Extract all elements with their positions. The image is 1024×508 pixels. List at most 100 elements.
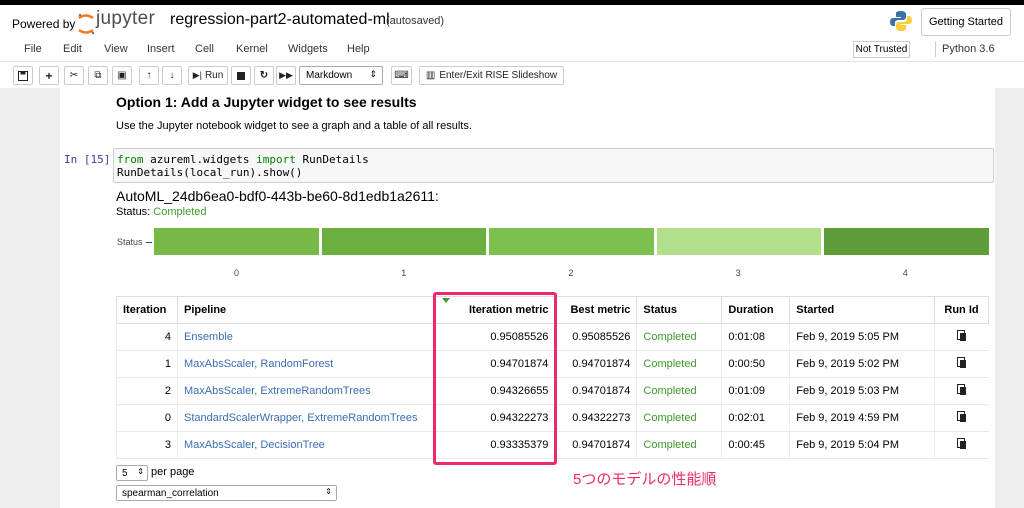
metric-highlight-box bbox=[433, 292, 557, 465]
run-label: Run bbox=[204, 70, 224, 81]
status-value: Completed bbox=[153, 206, 207, 218]
menu-insert[interactable]: Insert bbox=[147, 43, 175, 55]
select-caret-icon: ⇕ bbox=[137, 467, 144, 476]
status-axis-tick bbox=[146, 242, 152, 243]
keyword-import: import bbox=[256, 153, 296, 166]
run-id-cell[interactable] bbox=[934, 404, 989, 432]
copy-icon: ⧉ bbox=[94, 70, 102, 81]
run-id-cell[interactable] bbox=[934, 377, 989, 405]
metric-select[interactable]: spearman_correlation ⇕ bbox=[116, 485, 337, 501]
iteration-cell: 1 bbox=[116, 350, 178, 378]
status-cell: Completed bbox=[636, 404, 722, 432]
notebook-name[interactable]: regression-part2-automated-ml bbox=[170, 11, 390, 29]
col-started[interactable]: Started bbox=[789, 296, 935, 324]
status-segment-4[interactable] bbox=[824, 228, 989, 255]
col-iteration[interactable]: Iteration bbox=[116, 296, 178, 324]
menu-help[interactable]: Help bbox=[347, 43, 370, 55]
command-palette-button[interactable]: ⌨ bbox=[391, 66, 412, 85]
pipeline-link[interactable]: MaxAbsScaler, DecisionTree bbox=[176, 431, 436, 459]
keyword-from: from bbox=[117, 153, 144, 166]
status-segment-3[interactable] bbox=[656, 228, 822, 255]
col-duration[interactable]: Duration bbox=[721, 296, 791, 324]
run-id-cell[interactable] bbox=[934, 350, 989, 378]
run-id-cell[interactable] bbox=[934, 431, 989, 459]
copy-button[interactable]: ⧉ bbox=[88, 66, 108, 85]
kernel-divider bbox=[935, 42, 936, 57]
jupyter-header: Powered by jupyter regression-part2-auto… bbox=[0, 5, 1024, 38]
move-up-button[interactable]: ↑ bbox=[139, 66, 159, 85]
step-forward-icon: ▶| bbox=[192, 70, 202, 80]
pipeline-link[interactable]: StandardScalerWrapper, ExtremeRandomTree… bbox=[176, 404, 436, 432]
copy-icon[interactable] bbox=[956, 384, 967, 395]
copy-icon[interactable] bbox=[956, 438, 967, 449]
status-segment-2[interactable] bbox=[489, 228, 654, 255]
rise-slideshow-button[interactable]: ▥ Enter/Exit RISE Slideshow bbox=[419, 66, 564, 85]
status-axis-label: Status bbox=[117, 237, 143, 247]
status-prefix: Status: bbox=[116, 206, 154, 218]
status-cell: Completed bbox=[636, 350, 722, 378]
run-status: Status: Completed bbox=[116, 206, 207, 218]
menu-kernel[interactable]: Kernel bbox=[236, 43, 268, 55]
section-heading: Option 1: Add a Jupyter widget to see re… bbox=[116, 94, 417, 110]
restart-button[interactable]: ↻ bbox=[254, 66, 274, 85]
save-icon bbox=[18, 70, 28, 81]
pipeline-link[interactable]: MaxAbsScaler, ExtremeRandomTrees bbox=[176, 377, 436, 405]
cell-type-select[interactable]: Markdown ⇕ bbox=[299, 66, 383, 85]
run-button[interactable]: ▶| Run bbox=[188, 66, 228, 85]
duration-cell: 0:00:45 bbox=[721, 431, 790, 459]
move-down-button[interactable]: ↓ bbox=[162, 66, 182, 85]
pipeline-link[interactable]: MaxAbsScaler, RandomForest bbox=[176, 350, 436, 378]
copy-icon[interactable] bbox=[956, 411, 967, 422]
arrow-down-icon: ↓ bbox=[169, 70, 175, 81]
menu-widgets[interactable]: Widgets bbox=[288, 43, 328, 55]
jupyter-logo-text: jupyter bbox=[96, 8, 156, 29]
bar-chart-icon: ▥ bbox=[425, 70, 436, 81]
paste-button[interactable]: ▣ bbox=[112, 66, 132, 85]
page-size-select[interactable]: 5 ⇕ bbox=[116, 465, 148, 481]
status-cell: Completed bbox=[636, 431, 722, 459]
run-title: AutoML_24db6ea0-bdf0-443b-be60-8d1edb1a2… bbox=[116, 188, 439, 204]
menu-cell[interactable]: Cell bbox=[195, 43, 214, 55]
code-cell[interactable]: from azureml.widgets import RunDetails R… bbox=[113, 148, 994, 183]
autosave-status: (autosaved) bbox=[386, 15, 445, 27]
getting-started-button[interactable]: Getting Started bbox=[921, 8, 1011, 36]
menu-view[interactable]: View bbox=[104, 43, 128, 55]
col-pipeline[interactable]: Pipeline bbox=[176, 296, 436, 324]
rise-label: Enter/Exit RISE Slideshow bbox=[439, 70, 558, 81]
trust-status-button[interactable]: Not Trusted bbox=[853, 41, 910, 58]
status-segment-0[interactable] bbox=[154, 228, 319, 255]
menu-file[interactable]: File bbox=[24, 43, 42, 55]
cut-button[interactable]: ✂ bbox=[64, 66, 84, 85]
status-segment-1[interactable] bbox=[321, 228, 487, 255]
pipeline-link[interactable]: Ensemble bbox=[176, 323, 436, 351]
python-logo-icon bbox=[890, 11, 912, 31]
section-paragraph: Use the Jupyter notebook widget to see a… bbox=[116, 120, 472, 132]
cell-prompt: In [15]: bbox=[64, 153, 117, 166]
best-metric-cell: 0.94701874 bbox=[554, 431, 637, 459]
best-metric-cell: 0.94322273 bbox=[554, 404, 637, 432]
copy-icon[interactable] bbox=[956, 357, 967, 368]
duration-cell: 0:01:09 bbox=[721, 377, 790, 405]
run-id-cell[interactable] bbox=[934, 323, 989, 351]
col-run-id[interactable]: Run Id bbox=[934, 296, 989, 324]
col-status[interactable]: Status bbox=[636, 296, 723, 324]
started-cell: Feb 9, 2019 5:04 PM bbox=[789, 431, 935, 459]
save-button[interactable] bbox=[13, 66, 33, 85]
status-cell: Completed bbox=[636, 377, 722, 405]
menu-edit[interactable]: Edit bbox=[63, 43, 82, 55]
import-name: RunDetails bbox=[295, 153, 369, 166]
status-tick-label: 1 bbox=[401, 268, 407, 278]
started-cell: Feb 9, 2019 5:02 PM bbox=[789, 350, 935, 378]
refresh-icon: ↻ bbox=[259, 70, 269, 81]
kernel-name[interactable]: Python 3.6 bbox=[942, 43, 995, 55]
restart-run-all-button[interactable]: ▶▶ bbox=[276, 66, 296, 85]
keyboard-icon: ⌨ bbox=[394, 70, 409, 81]
started-cell: Feb 9, 2019 4:59 PM bbox=[789, 404, 935, 432]
insert-cell-button[interactable]: + bbox=[39, 66, 59, 85]
status-tick-label: 4 bbox=[902, 268, 908, 278]
plus-icon: + bbox=[45, 68, 53, 83]
interrupt-button[interactable] bbox=[231, 66, 251, 85]
col-best-metric[interactable]: Best metric bbox=[554, 296, 638, 324]
copy-icon[interactable] bbox=[956, 330, 967, 341]
module-name: azureml.widgets bbox=[143, 153, 257, 166]
